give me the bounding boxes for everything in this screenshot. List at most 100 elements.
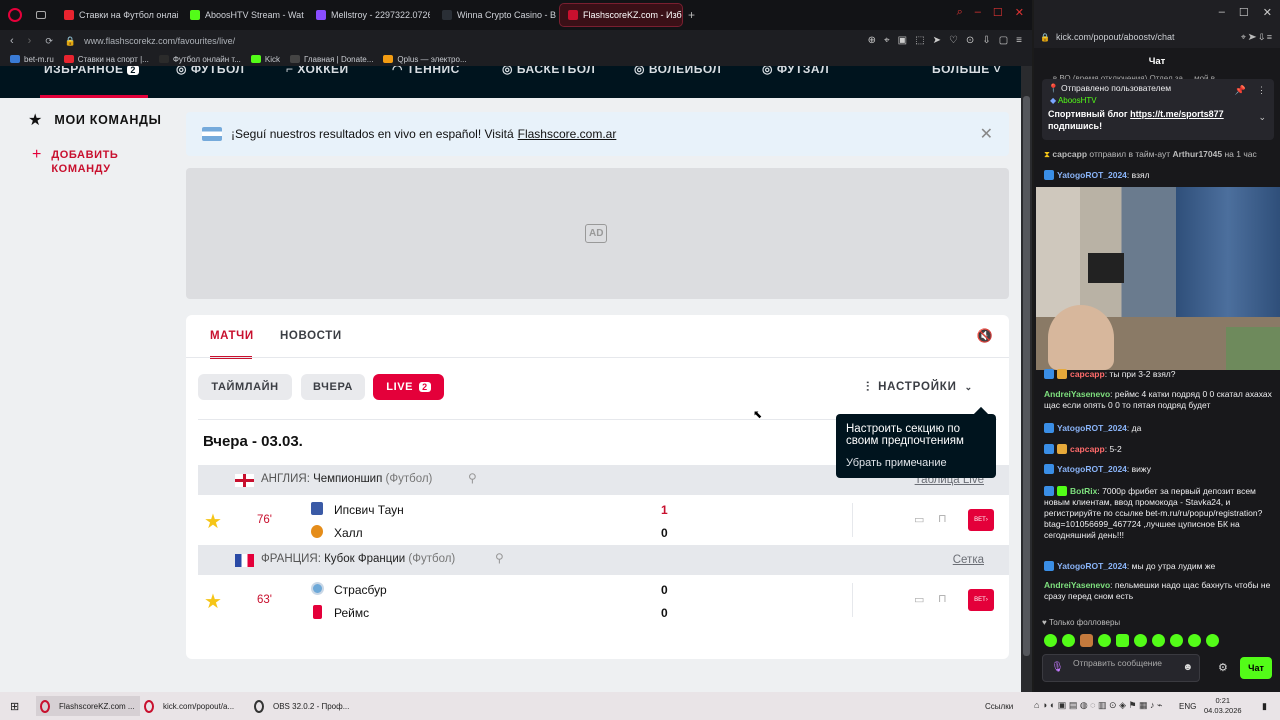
pin-league-icon[interactable]: ⚲ <box>468 471 477 485</box>
bookmark-item[interactable]: Qplus — электро... <box>383 55 467 64</box>
expand-chevron-icon[interactable]: ⌄ <box>1258 112 1266 123</box>
tray-icons[interactable]: ⌂ ◑ ◐ ▣ ▤ ◍ ◌ ▥ ⊙ ◈ ⚑ ▦ ♪ ⌁ <box>1034 700 1162 711</box>
emote-icon[interactable] <box>1098 634 1111 647</box>
pin-icon[interactable]: ⌖ <box>884 35 890 46</box>
filter-yesterday[interactable]: ВЧЕРА <box>301 374 365 400</box>
taskbar-app-button[interactable]: kick.com/popout/a... <box>140 696 244 716</box>
match-row[interactable]: ★ 63' Страсбур Реймс 0 0 ▭ ⊓ BET › <box>198 579 1009 623</box>
close-window-button[interactable]: ✕ <box>1015 6 1024 19</box>
bet-button[interactable]: BET › <box>968 589 994 611</box>
zoom-icon[interactable]: ⊕ <box>868 35 876 46</box>
sidebar-my-teams[interactable]: ★ МОИ КОМАНДЫ <box>28 110 162 130</box>
shirt-icon[interactable]: ⊓ <box>938 592 947 605</box>
shirt-icon[interactable]: ⊓ <box>938 512 947 525</box>
nav-tennis[interactable]: ◠ ТЕННИС <box>392 66 460 76</box>
heart-icon[interactable]: ♡ <box>949 35 958 46</box>
browser-tab[interactable]: Mellstroy - 2297322.0726 <box>308 4 430 26</box>
nav-hockey[interactable]: ⌐ ХОККЕЙ <box>286 66 349 76</box>
url-field[interactable]: www.flashscorekz.com/favourites/live/ <box>84 36 235 46</box>
nav-volleyball[interactable]: ◎ ВОЛЕЙБОЛ <box>634 66 721 76</box>
bookmark-item[interactable]: bet-m.ru <box>10 55 54 64</box>
emote-icon[interactable] <box>1134 634 1147 647</box>
search-tabs-icon[interactable]: ⌕ <box>957 6 963 19</box>
cube-icon[interactable]: ⬚ <box>915 35 924 46</box>
more-options-icon[interactable]: ⋮ <box>1257 85 1266 96</box>
download-icon[interactable]: ⇩ <box>982 35 990 46</box>
emote-icon[interactable] <box>1188 634 1201 647</box>
league-name[interactable]: Кубок Франции <box>324 553 405 565</box>
forward-button[interactable]: › <box>28 35 32 47</box>
nav-more[interactable]: БОЛЬШЕ ˅ <box>932 66 1001 76</box>
emote-icon[interactable] <box>1044 634 1057 647</box>
emote-icon[interactable] <box>1152 634 1165 647</box>
clock[interactable]: 0:21 04.03.2026 <box>1204 696 1242 716</box>
pinned-message[interactable]: 📍 Отправлено пользователем ◆ AboosHTV Сп… <box>1042 79 1274 140</box>
browser-tab[interactable]: FlashscoreKZ.com - Избр <box>559 3 683 27</box>
bracket-link[interactable]: Сетка <box>953 554 984 566</box>
show-desktop-button[interactable]: ▮ <box>1262 701 1267 712</box>
banner-link[interactable]: Flashscore.com.ar <box>518 127 617 141</box>
pin-league-icon[interactable]: ⚲ <box>495 551 504 565</box>
send-icon[interactable]: ➤ <box>933 35 941 46</box>
emote-icon[interactable] <box>1170 634 1183 647</box>
toolbar-icons[interactable]: ⌖ ➤ ⇩ ≡ <box>1241 32 1272 43</box>
workspaces-icon[interactable] <box>36 11 46 19</box>
language-indicator[interactable]: ENG <box>1179 702 1196 711</box>
emote-icon[interactable] <box>1080 634 1093 647</box>
dismiss-tooltip-link[interactable]: Убрать примечание <box>846 457 947 469</box>
page-scrollbar[interactable] <box>1021 66 1032 692</box>
maximize-button[interactable]: ☐ <box>1239 6 1249 19</box>
windows-start-icon[interactable]: ⊞ <box>10 700 19 713</box>
menu-icon[interactable]: ≡ <box>1016 35 1022 46</box>
extension-icon[interactable]: ▢ <box>999 35 1008 46</box>
opera-logo-icon[interactable] <box>8 8 22 22</box>
minimize-button[interactable]: – <box>1219 6 1225 19</box>
emote-icon[interactable] <box>1206 634 1219 647</box>
tab-matches[interactable]: МАТЧИ <box>210 330 254 359</box>
mic-icon[interactable]: 🎙 <box>1051 662 1064 673</box>
favourite-star-icon[interactable]: ★ <box>204 589 222 614</box>
bookmark-item[interactable]: Kick <box>250 55 280 64</box>
reload-button[interactable]: ⟳ <box>45 36 53 47</box>
close-banner-button[interactable]: ✕ <box>980 124 993 144</box>
emote-icon[interactable] <box>1062 634 1075 647</box>
filter-live[interactable]: LIVE 2 <box>373 374 444 400</box>
browser-tab[interactable]: AboosHTV Stream - Watch <box>182 4 304 26</box>
new-tab-button[interactable]: + <box>688 8 695 22</box>
emoji-icon[interactable]: ☻ <box>1182 662 1193 673</box>
league-name[interactable]: Чемпионшип <box>313 473 382 485</box>
nav-favourites[interactable]: ИЗБРАННОЕ 2 <box>44 66 139 76</box>
taskbar-app-button[interactable]: FlashscoreKZ.com ... <box>36 696 140 716</box>
tv-icon[interactable]: ▭ <box>914 593 924 606</box>
chat-url[interactable]: kick.com/popout/aboostv/chat <box>1056 32 1175 42</box>
filter-timeline[interactable]: ТАЙМЛАЙН <box>198 374 292 400</box>
browser-tab[interactable]: Winna Crypto Casino - Be <box>434 4 556 26</box>
links-toolbar[interactable]: Ссылки <box>985 702 1013 711</box>
match-row[interactable]: ★ 76' Ипсвич Таун Халл 1 0 ▭ ⊓ BET › <box>198 499 1009 543</box>
telegram-link[interactable]: https://t.me/sports877 <box>1130 109 1224 119</box>
bookmark-item[interactable]: Футбол онлайн т... <box>158 55 241 64</box>
snapshot-icon[interactable]: ▣ <box>898 35 907 46</box>
tv-icon[interactable]: ▭ <box>914 513 924 526</box>
browser-tab[interactable]: Ставки на Футбол онлайн <box>56 4 178 26</box>
unpin-icon[interactable]: 📌 <box>1235 85 1246 96</box>
back-button[interactable]: ‹ <box>10 35 14 47</box>
taskbar-app-button[interactable]: OBS 32.0.2 - Проф... <box>250 696 354 716</box>
bet-button[interactable]: BET › <box>968 509 994 531</box>
settings-button[interactable]: ⫶ НАСТРОЙКИ ⌄ <box>866 379 973 395</box>
nav-football[interactable]: ◎ ФУТБОЛ <box>176 66 244 76</box>
chat-settings-icon[interactable]: ⚙ <box>1218 661 1228 674</box>
close-window-button[interactable]: ✕ <box>1263 6 1272 19</box>
maximize-button[interactable]: ☐ <box>993 6 1003 19</box>
nav-futsal[interactable]: ◎ ФУТЗАЛ <box>762 66 829 76</box>
mute-sound-icon[interactable]: 🔇 <box>977 328 993 344</box>
tab-news[interactable]: НОВОСТИ <box>280 330 342 342</box>
send-chat-button[interactable]: Чат <box>1240 657 1272 679</box>
emote-bar[interactable] <box>1044 634 1219 647</box>
emote-icon[interactable] <box>1116 634 1129 647</box>
chat-input[interactable]: 🎙 Отправить сообщение ☻ <box>1042 654 1200 682</box>
bookmark-item[interactable]: Ставки на спорт |... <box>63 55 149 64</box>
add-team-button[interactable]: + ДОБАВИТЬ КОМАНДУ <box>32 147 118 176</box>
favourite-star-icon[interactable]: ★ <box>204 509 222 534</box>
minimize-button[interactable]: – <box>975 6 981 19</box>
